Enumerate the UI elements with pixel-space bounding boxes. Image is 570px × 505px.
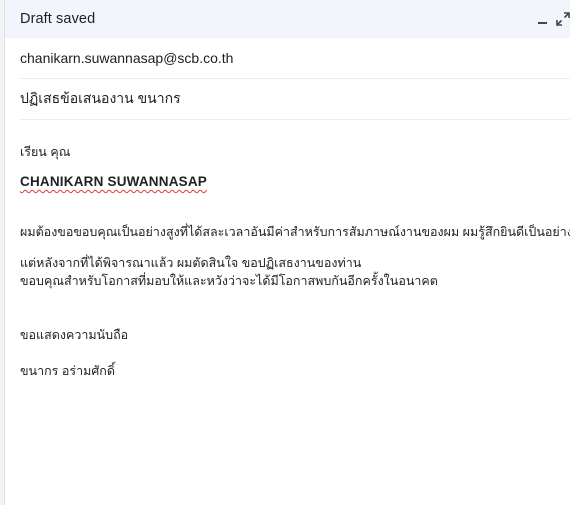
- to-field[interactable]: chanikarn.suwannasap@scb.co.th: [20, 38, 570, 79]
- subject-text: ปฏิเสธข้อเสนองาน ขนากร: [20, 90, 181, 106]
- recipient-address: chanikarn.suwannasap@scb.co.th: [20, 50, 234, 66]
- paragraph-decline-line2: ขอบคุณสำหรับโอกาสที่มอบให้และหวังว่าจะได…: [20, 274, 438, 288]
- header-actions: [536, 9, 570, 29]
- subject-field[interactable]: ปฏิเสธข้อเสนองาน ขนากร: [20, 79, 570, 120]
- expand-icon[interactable]: [556, 9, 570, 29]
- paragraph-thanks: ผมต้องขอขอบคุณเป็นอย่างสูงที่ได้สละเวลาอ…: [20, 225, 570, 239]
- minimize-icon[interactable]: [536, 9, 550, 29]
- recipient-name-line: CHANIKARN SUWANNASAP: [20, 174, 208, 189]
- draft-status: Draft saved: [20, 11, 96, 27]
- signature-line: ขนากร อร่ามศักดิ์: [20, 364, 115, 378]
- message-body[interactable]: เรียน คุณ CHANIKARN SUWANNASAP ผมต้องขอข…: [5, 120, 570, 505]
- compose-window: Draft saved chanikarn.suwannasap@scb.co.…: [5, 0, 570, 505]
- paragraph-decline-line1: แต่หลังจากที่ได้พิจารณาแล้ว ผมตัดสินใจ ข…: [20, 256, 362, 270]
- compose-window-frame: Draft saved chanikarn.suwannasap@scb.co.…: [0, 0, 570, 505]
- compose-header[interactable]: Draft saved: [5, 0, 570, 38]
- closing-line: ขอแสดงความนับถือ: [20, 328, 129, 342]
- greeting-line: เรียน คุณ: [20, 145, 71, 159]
